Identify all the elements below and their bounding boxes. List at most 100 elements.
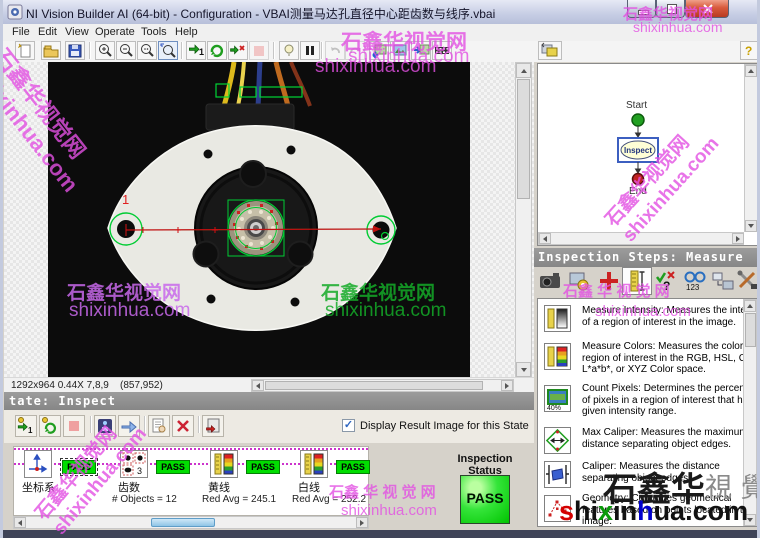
state-diagram-end-label: End	[629, 186, 647, 197]
step-label[interactable]: 坐标系	[22, 479, 55, 495]
filmstrip-button[interactable]	[432, 41, 452, 60]
diagram-vscrollbar[interactable]	[744, 64, 758, 232]
zoom-fit-icon	[159, 42, 177, 59]
state-diagram-button[interactable]	[94, 415, 116, 437]
check-presence-icon: ?	[654, 269, 680, 293]
select-state-button[interactable]	[202, 415, 224, 437]
delete-step-button[interactable]	[172, 415, 194, 437]
step-label[interactable]: 齿数	[118, 479, 140, 495]
list-vscrollbar-thumb[interactable]	[745, 313, 756, 347]
measure-colors-icon	[211, 451, 237, 477]
next-image-button[interactable]	[411, 41, 431, 60]
step-pass-badge[interactable]: PASS	[246, 460, 280, 474]
list-vscrollbar[interactable]	[743, 299, 757, 526]
save-button[interactable]	[65, 41, 85, 60]
image-vscrollbar[interactable]	[515, 62, 532, 377]
edit-step-button[interactable]	[148, 415, 170, 437]
run-once-icon: 1	[187, 42, 205, 59]
tools-icon	[736, 269, 760, 293]
palette-check-presence-tab[interactable]: ?	[654, 269, 680, 298]
list-item-text[interactable]: Geometry: Computes geometrical features …	[582, 493, 760, 528]
caliper-icon[interactable]	[544, 461, 571, 488]
step-label[interactable]: 白线	[298, 479, 320, 495]
pause-button[interactable]	[300, 41, 320, 60]
palette-communicate-tab[interactable]	[710, 269, 736, 298]
maximize-button[interactable]	[656, 0, 685, 18]
palette-enhance-tab[interactable]	[567, 269, 593, 298]
open-file-button[interactable]	[41, 41, 61, 60]
palette-identify-tab[interactable]: 123	[682, 269, 708, 298]
menu-file[interactable]: File	[12, 26, 30, 38]
image-vscrollbar-thumb[interactable]	[517, 79, 530, 199]
close-button[interactable]	[685, 0, 729, 18]
menu-edit[interactable]: Edit	[38, 26, 57, 38]
palette-acquire-tab[interactable]	[538, 269, 564, 298]
list-item-text[interactable]: Max Caliper: Measures the maximum distan…	[582, 427, 760, 450]
svg-text:?: ?	[745, 44, 752, 58]
state-run-once-icon: 1	[16, 416, 36, 436]
run-loop-button[interactable]	[207, 41, 227, 60]
inspection-steps-header: Inspection Steps: Measure	[534, 248, 760, 267]
zoom-out-button[interactable]	[116, 41, 136, 60]
zoom-in-button[interactable]	[95, 41, 115, 60]
menu-view[interactable]: View	[65, 26, 89, 38]
menu-operate[interactable]: Operate	[95, 26, 135, 38]
diagram-hscrollbar[interactable]	[538, 232, 744, 245]
image-browser-button[interactable]	[390, 41, 410, 60]
state-continue-button[interactable]	[118, 415, 140, 437]
max-caliper-icon[interactable]	[544, 427, 571, 454]
measure-colors-icon[interactable]	[544, 343, 571, 370]
list-item-text[interactable]: Measure Colors: Measures the color of a …	[582, 341, 760, 376]
palette-measure-tab[interactable]	[622, 267, 652, 295]
switch-view-button[interactable]	[538, 41, 562, 60]
new-file-button[interactable]	[15, 41, 35, 60]
step-icon-coordinate-system[interactable]	[24, 450, 52, 478]
step-label[interactable]: 黄线	[208, 479, 230, 495]
step-pass-badge[interactable]: PASS	[62, 460, 96, 474]
measure-intensity-icon[interactable]	[544, 305, 571, 332]
display-result-checkbox[interactable]: ✓	[342, 419, 355, 432]
maximize-icon	[667, 4, 677, 14]
right-panel: Start Inspect End Inspection Steps: Mea	[534, 62, 760, 530]
zoom-fit-button[interactable]	[158, 41, 178, 60]
redo-button[interactable]	[345, 41, 365, 60]
zoom-100-button[interactable]	[137, 41, 157, 60]
palette-locate-tab[interactable]	[596, 269, 622, 298]
list-item-text[interactable]: Measure Intensity: Measures the intensit…	[582, 305, 760, 328]
redo-icon	[346, 42, 364, 59]
step-icon-tooth-count[interactable]: 3	[120, 450, 148, 478]
palette-tools-tab[interactable]	[736, 269, 760, 298]
save-icon	[66, 42, 84, 59]
stop-button[interactable]	[249, 41, 269, 60]
list-item-text[interactable]: Count Pixels: Determines the percentage …	[582, 383, 760, 418]
state-run-loop-button[interactable]	[39, 415, 61, 437]
help-button[interactable]: ?	[740, 41, 759, 60]
run-once-button[interactable]: 1	[186, 41, 206, 60]
highlight-button[interactable]	[279, 41, 299, 60]
window-bottom-edge	[3, 530, 757, 538]
minimize-button[interactable]	[627, 0, 656, 18]
menu-tools[interactable]: Tools	[141, 26, 167, 38]
step-icon-white-line[interactable]	[300, 450, 328, 478]
count-pixels-icon[interactable]: 40%	[544, 385, 571, 412]
state-diagram-inspect-label[interactable]: Inspect	[624, 146, 652, 155]
geometry-icon[interactable]	[544, 495, 571, 522]
step-pass-badge[interactable]: PASS	[156, 460, 190, 474]
menu-help[interactable]: Help	[175, 26, 198, 38]
count-pixels-percent: 40%	[547, 405, 561, 411]
window-title: NI Vision Builder AI (64-bit) - Configur…	[26, 5, 495, 22]
state-diagram-view[interactable]: Start Inspect End	[537, 63, 759, 246]
list-item-text[interactable]: Caliper: Measures the distance separatin…	[582, 461, 760, 484]
state-stop-button[interactable]	[63, 415, 85, 437]
step-pass-badge[interactable]: PASS	[336, 460, 370, 474]
run-until-fail-button[interactable]	[228, 41, 248, 60]
previous-image-button[interactable]	[369, 41, 389, 60]
image-hscrollbar[interactable]	[251, 379, 514, 392]
strip-hscrollbar-thumb[interactable]	[151, 518, 215, 527]
image-hscrollbar-thumb[interactable]	[265, 381, 483, 390]
enhance-image-icon	[567, 269, 593, 293]
strip-hscrollbar[interactable]	[13, 516, 369, 529]
undo-button[interactable]	[325, 41, 345, 60]
state-run-once-button[interactable]: 1	[15, 415, 37, 437]
step-icon-yellow-line[interactable]	[210, 450, 238, 478]
